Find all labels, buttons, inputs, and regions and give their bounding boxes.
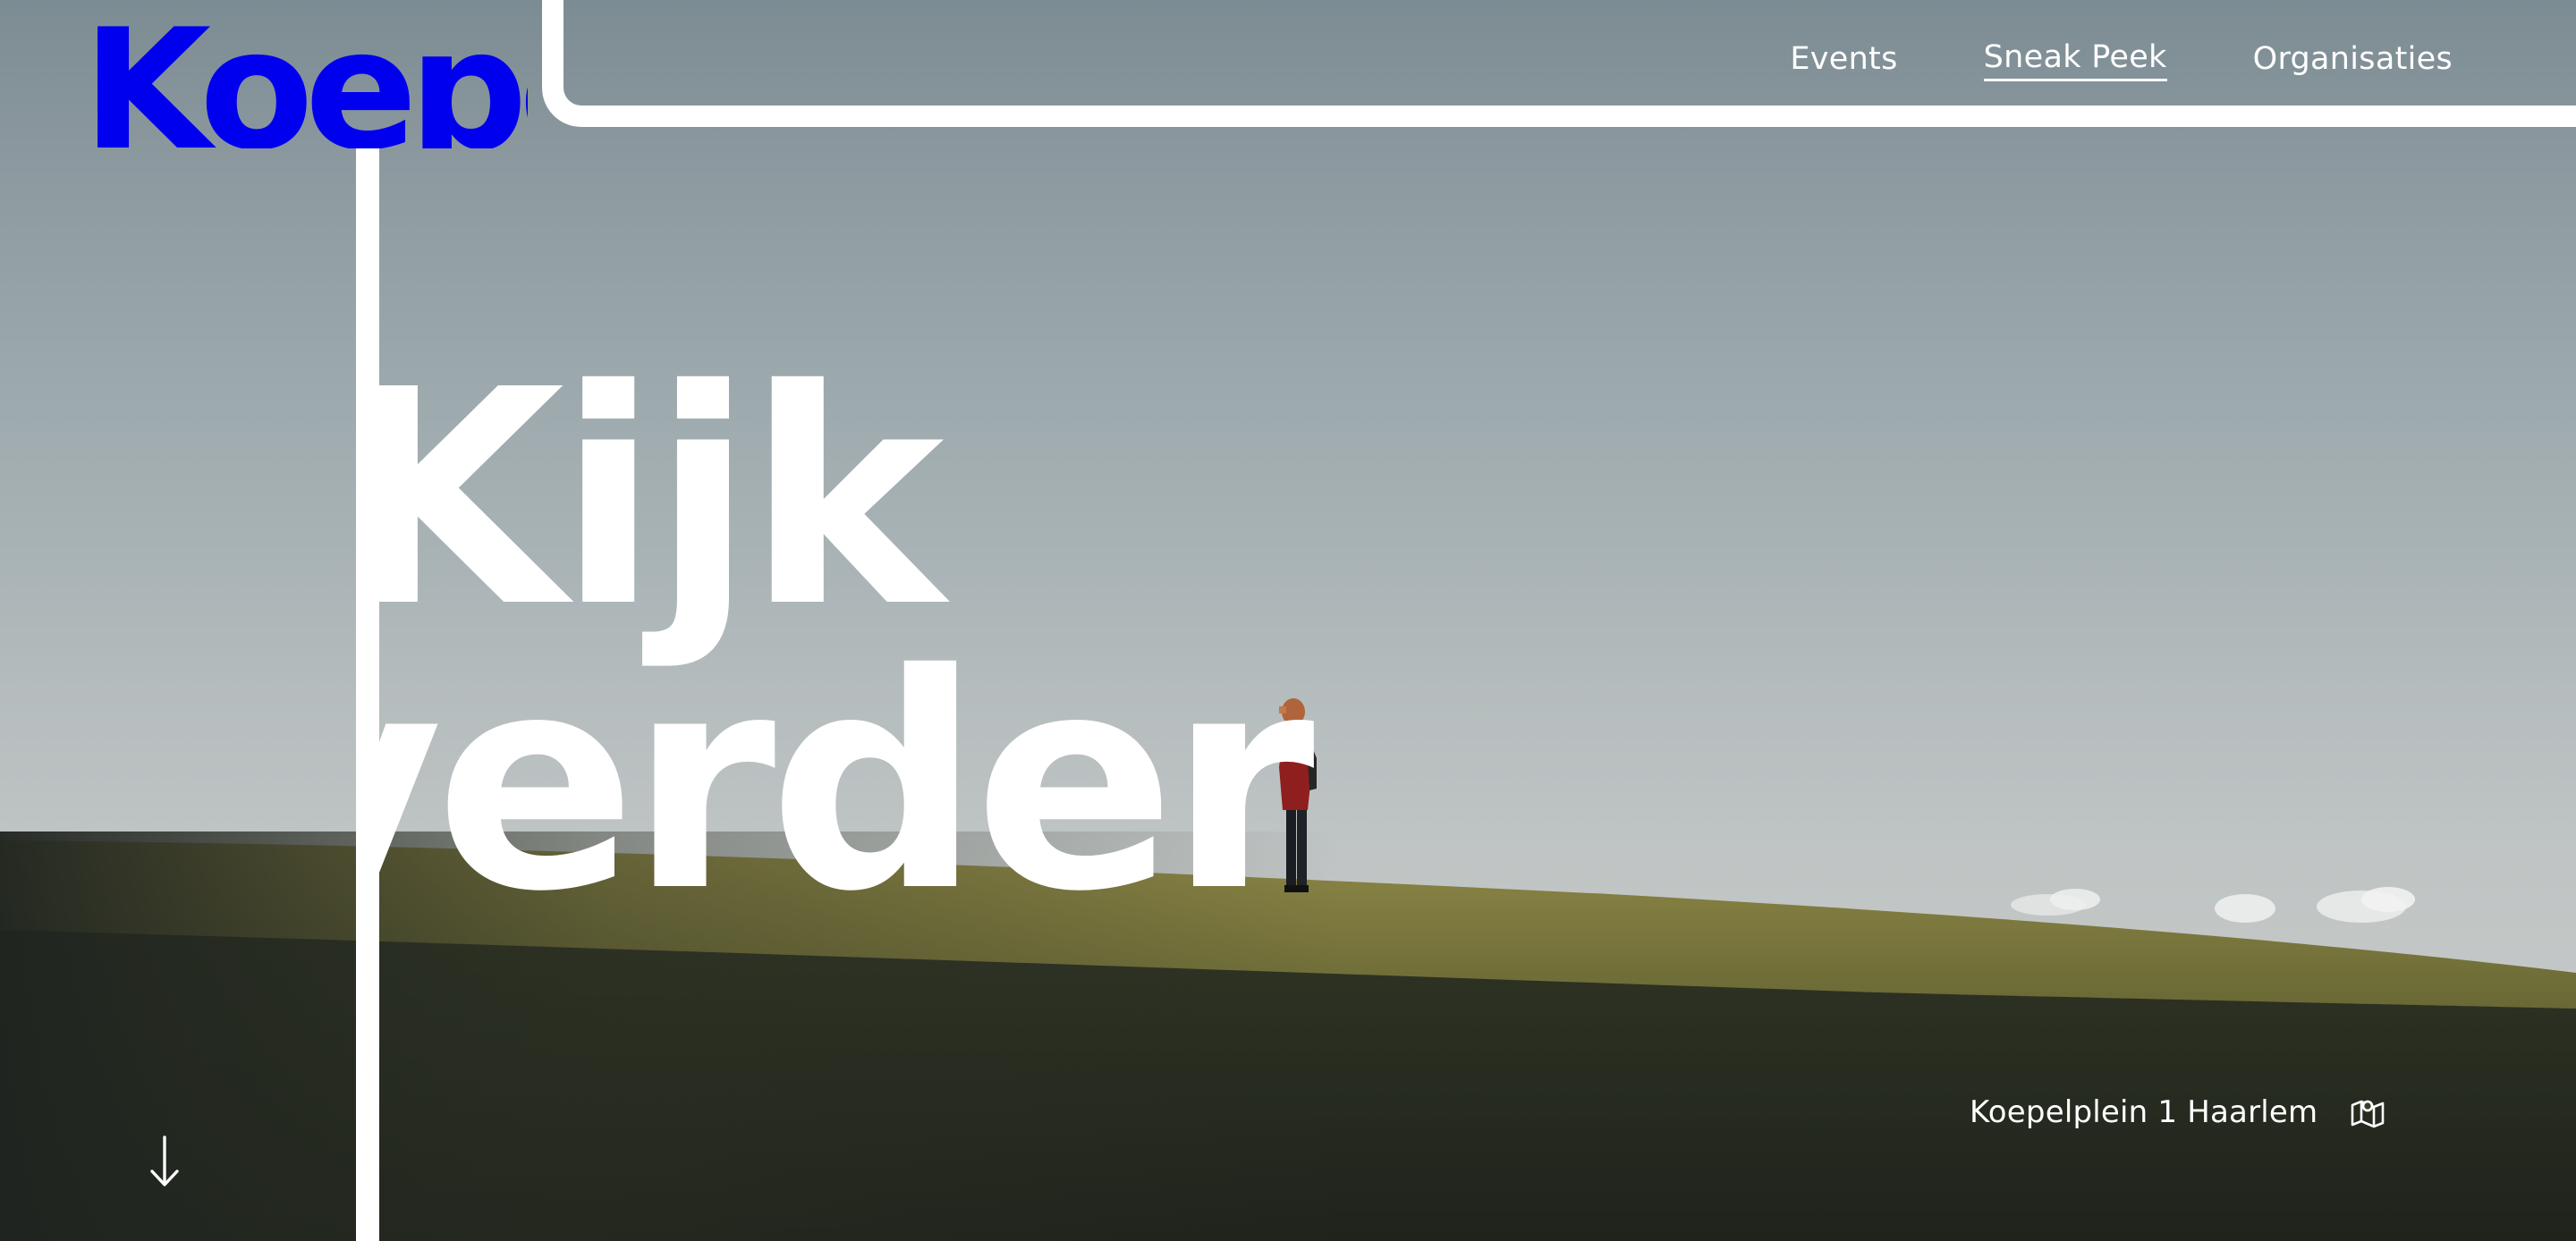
- logo: Koepel: [82, 5, 528, 148]
- logo-link[interactable]: Koepel: [0, 0, 528, 152]
- map-icon[interactable]: [2350, 1096, 2385, 1128]
- headline-line-1: Kijk: [379, 358, 945, 672]
- location-block[interactable]: Koepelplein 1 Haarlem: [1970, 1094, 2385, 1130]
- hero-section: Kijk verder Koepel Events Sneak Peek Org…: [0, 0, 2576, 1241]
- nav-item-sneak-peek[interactable]: Sneak Peek: [1983, 39, 2167, 81]
- hero-headline: Kijk verder: [379, 358, 1315, 957]
- nav-item-events[interactable]: Events: [1790, 41, 1897, 80]
- headline-line-2: verder: [379, 612, 1315, 957]
- nav-item-organisaties[interactable]: Organisaties: [2253, 41, 2453, 80]
- main-nav: Events Sneak Peek Organisaties: [1790, 39, 2453, 81]
- address-text: Koepelplein 1 Haarlem: [1970, 1094, 2318, 1130]
- headline-clip: Kijk verder: [379, 358, 1363, 984]
- arrow-down-icon[interactable]: [147, 1134, 182, 1189]
- frame-vertical-line: [356, 139, 379, 1241]
